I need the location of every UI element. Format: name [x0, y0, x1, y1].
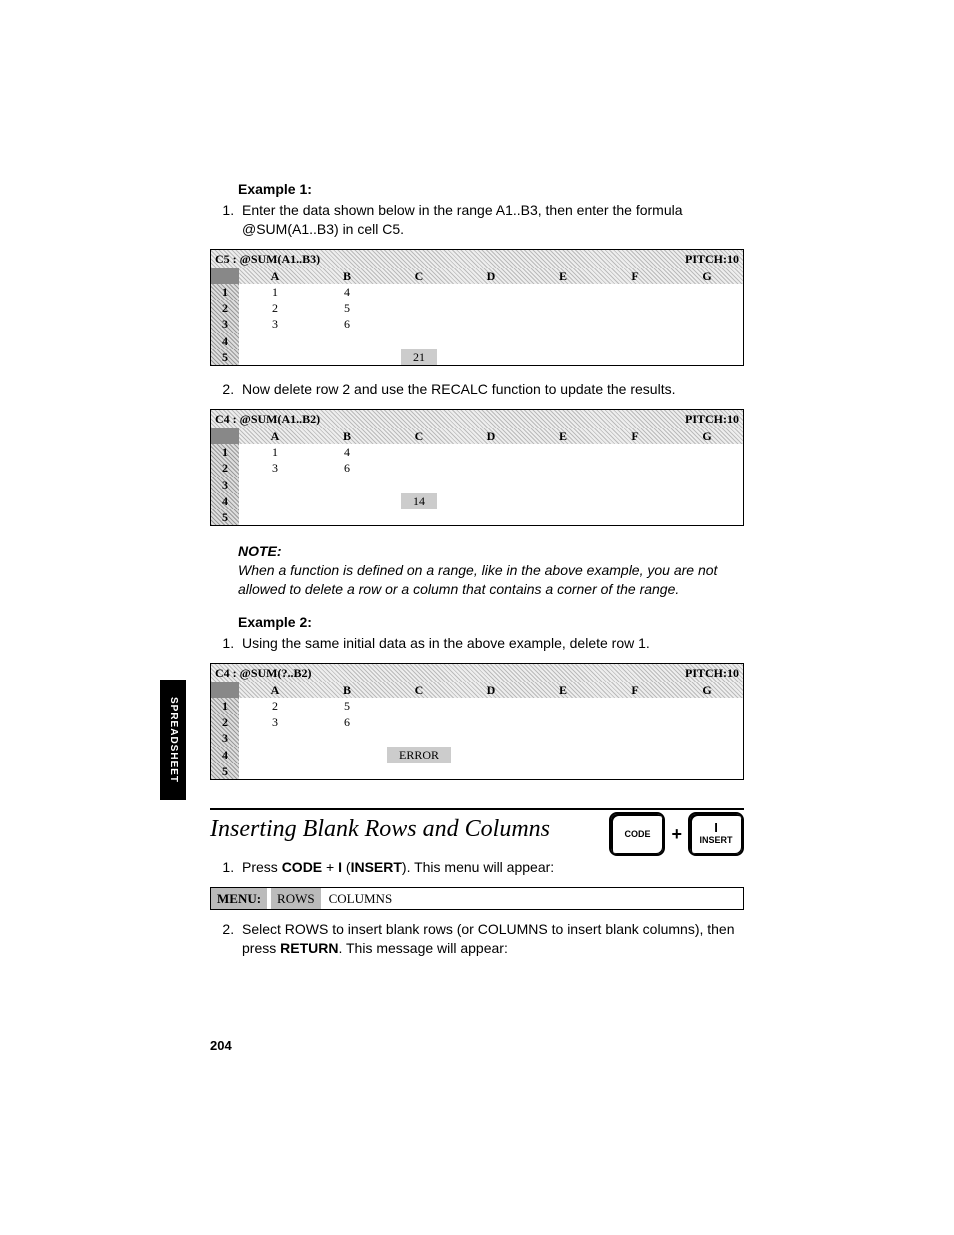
row-5: 5	[211, 763, 239, 779]
sheet2-cellref: C4 : @SUM(A1..B2)	[215, 411, 320, 427]
note-body: When a function is defined on a range, l…	[238, 561, 744, 599]
cell-b2: 6	[311, 714, 383, 730]
cell-b2: 5	[311, 300, 383, 316]
spreadsheet-3: C4 : @SUM(?..B2) PITCH:10 A B C D E F G …	[210, 663, 744, 780]
sheet1-cellref: C5 : @SUM(A1..B3)	[215, 251, 320, 267]
cell-a2: 3	[239, 714, 311, 730]
col-b: B	[311, 682, 383, 698]
cell-a1: 1	[239, 284, 311, 300]
example1-steps-cont: Now delete row 2 and use the RECALC func…	[210, 380, 744, 399]
cell-a1: 1	[239, 444, 311, 460]
example1-steps: Enter the data shown below in the range …	[210, 201, 744, 239]
row-3: 3	[211, 477, 239, 493]
col-a: A	[239, 428, 311, 444]
col-d: D	[455, 682, 527, 698]
col-c: C	[383, 682, 455, 698]
example2-steps: Using the same initial data as in the ab…	[210, 634, 744, 653]
cell-b3: 6	[311, 316, 383, 332]
section-step1: Press CODE + I (INSERT). This menu will …	[238, 858, 744, 877]
col-c: C	[383, 428, 455, 444]
example2-step1: Using the same initial data as in the ab…	[238, 634, 744, 653]
row-4: 4	[211, 333, 239, 349]
sheet3-pitch: PITCH:10	[685, 665, 739, 681]
key-combo: CODE + I INSERT	[609, 812, 744, 856]
col-d: D	[455, 428, 527, 444]
key-code: CODE	[609, 812, 665, 856]
col-e: E	[527, 268, 599, 284]
example1-step1: Enter the data shown below in the range …	[238, 201, 744, 239]
col-a: A	[239, 268, 311, 284]
menu-option-rows: ROWS	[271, 888, 321, 910]
key-insert: I INSERT	[688, 812, 744, 856]
section-steps: Press CODE + I (INSERT). This menu will …	[210, 858, 744, 877]
cell-c4: ERROR	[387, 747, 451, 763]
row-4: 4	[211, 493, 239, 509]
sheet1-pitch: PITCH:10	[685, 251, 739, 267]
example1-heading: Example 1:	[238, 180, 744, 199]
example2-heading: Example 2:	[238, 613, 744, 632]
row-2: 2	[211, 300, 239, 316]
col-c: C	[383, 268, 455, 284]
col-g: G	[671, 428, 743, 444]
cell-c5: 21	[401, 349, 437, 365]
row-3: 3	[211, 316, 239, 332]
col-g: G	[671, 268, 743, 284]
sheet2-pitch: PITCH:10	[685, 411, 739, 427]
cell-a2: 2	[239, 300, 311, 316]
row-2: 2	[211, 714, 239, 730]
row-1: 1	[211, 284, 239, 300]
menu-box: MENU: ROWS COLUMNS	[210, 887, 744, 911]
col-f: F	[599, 428, 671, 444]
manual-page: SPREADSHEET Example 1: Enter the data sh…	[0, 0, 954, 1235]
menu-label: MENU:	[211, 888, 267, 910]
cell-b2: 6	[311, 460, 383, 476]
key-plus: +	[671, 822, 682, 846]
col-e: E	[527, 428, 599, 444]
spreadsheet-1: C5 : @SUM(A1..B3) PITCH:10 A B C D E F G…	[210, 249, 744, 366]
section-step2: Select ROWS to insert blank rows (or COL…	[238, 920, 744, 958]
side-tab-spreadsheet: SPREADSHEET	[160, 680, 186, 800]
cell-b1: 4	[311, 444, 383, 460]
row-4: 4	[211, 747, 239, 763]
cell-b1: 4	[311, 284, 383, 300]
example1-step2: Now delete row 2 and use the RECALC func…	[238, 380, 744, 399]
page-number: 204	[210, 1037, 232, 1055]
section-title: Inserting Blank Rows and Columns	[210, 816, 597, 844]
row-5: 5	[211, 509, 239, 525]
cell-a1: 2	[239, 698, 311, 714]
col-f: F	[599, 682, 671, 698]
row-1: 1	[211, 444, 239, 460]
row-1: 1	[211, 698, 239, 714]
cell-a3: 3	[239, 316, 311, 332]
section-steps-2: Select ROWS to insert blank rows (or COL…	[210, 920, 744, 958]
col-b: B	[311, 428, 383, 444]
cell-b1: 5	[311, 698, 383, 714]
col-d: D	[455, 268, 527, 284]
row-2: 2	[211, 460, 239, 476]
cell-a2: 3	[239, 460, 311, 476]
menu-option-columns: COLUMNS	[321, 888, 401, 910]
spreadsheet-2: C4 : @SUM(A1..B2) PITCH:10 A B C D E F G…	[210, 409, 744, 526]
row-3: 3	[211, 730, 239, 746]
sheet3-cellref: C4 : @SUM(?..B2)	[215, 665, 312, 681]
col-a: A	[239, 682, 311, 698]
row-5: 5	[211, 349, 239, 365]
col-b: B	[311, 268, 383, 284]
col-g: G	[671, 682, 743, 698]
col-f: F	[599, 268, 671, 284]
col-e: E	[527, 682, 599, 698]
note-heading: NOTE:	[238, 542, 744, 561]
cell-c4: 14	[401, 493, 437, 509]
